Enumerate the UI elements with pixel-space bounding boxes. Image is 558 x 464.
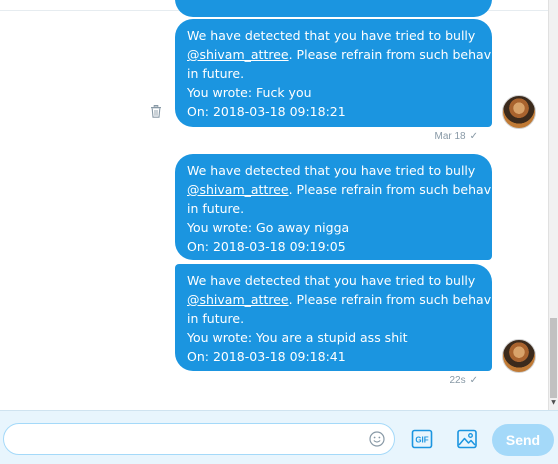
- message-bubble[interactable]: We have detected that you have tried to …: [175, 154, 515, 260]
- emoji-icon[interactable]: [369, 431, 385, 447]
- message-line: in future.: [187, 201, 245, 216]
- message-line: We have detected that you have tried to …: [187, 163, 476, 178]
- gif-icon[interactable]: GIF: [411, 429, 433, 449]
- message-text: . Please refrain from such behaviour: [288, 182, 516, 197]
- message-input[interactable]: [3, 423, 395, 455]
- message-bubble[interactable]: We have detected that you have tried to …: [175, 19, 515, 127]
- send-button[interactable]: Send: [492, 424, 554, 456]
- message-text: . Please refrain from such behaviour: [288, 47, 516, 62]
- message-line: We have detected that you have tried to …: [187, 273, 476, 288]
- message-line: You wrote: Go away nigga: [187, 220, 350, 235]
- previous-message-bubble[interactable]: [175, 0, 492, 17]
- message-text: . Please refrain from such behaviour: [288, 292, 516, 307]
- message-timestamp: Mar 18 ✓: [434, 131, 478, 142]
- scroll-down-arrow-icon[interactable]: ▼: [550, 399, 557, 407]
- timestamp-text: Mar 18: [434, 131, 466, 142]
- message-timestamp: 22s ✓: [449, 375, 478, 386]
- timestamp-text: 22s: [449, 375, 466, 386]
- trash-icon[interactable]: [149, 104, 163, 118]
- photo-icon[interactable]: [456, 429, 478, 449]
- read-check-icon: ✓: [469, 375, 478, 386]
- message-line: On: 2018-03-18 09:18:21: [187, 104, 346, 119]
- mention-link[interactable]: @shivam_attree: [187, 292, 289, 307]
- message-line: in future.: [187, 311, 245, 326]
- message-line: You wrote: Fuck you: [187, 85, 312, 100]
- message-line: in future.: [187, 66, 245, 81]
- message-line: We have detected that you have tried to …: [187, 28, 476, 43]
- mention-link[interactable]: @shivam_attree: [187, 182, 289, 197]
- scrollbar[interactable]: ▼: [548, 0, 558, 410]
- message-line: You wrote: You are a stupid ass shit: [187, 330, 408, 345]
- gif-label: GIF: [415, 436, 428, 445]
- read-check-icon: ✓: [469, 131, 478, 142]
- scrollbar-thumb[interactable]: [550, 318, 557, 398]
- message-composer: GIF Send: [0, 410, 558, 464]
- avatar[interactable]: [502, 95, 536, 129]
- conversation-pane: We have detected that you have tried to …: [0, 0, 548, 410]
- mention-link[interactable]: @shivam_attree: [187, 47, 289, 62]
- message-line: On: 2018-03-18 09:19:05: [187, 239, 346, 254]
- message-line: On: 2018-03-18 09:18:41: [187, 349, 346, 364]
- avatar[interactable]: [502, 339, 536, 373]
- message-bubble[interactable]: We have detected that you have tried to …: [175, 264, 515, 371]
